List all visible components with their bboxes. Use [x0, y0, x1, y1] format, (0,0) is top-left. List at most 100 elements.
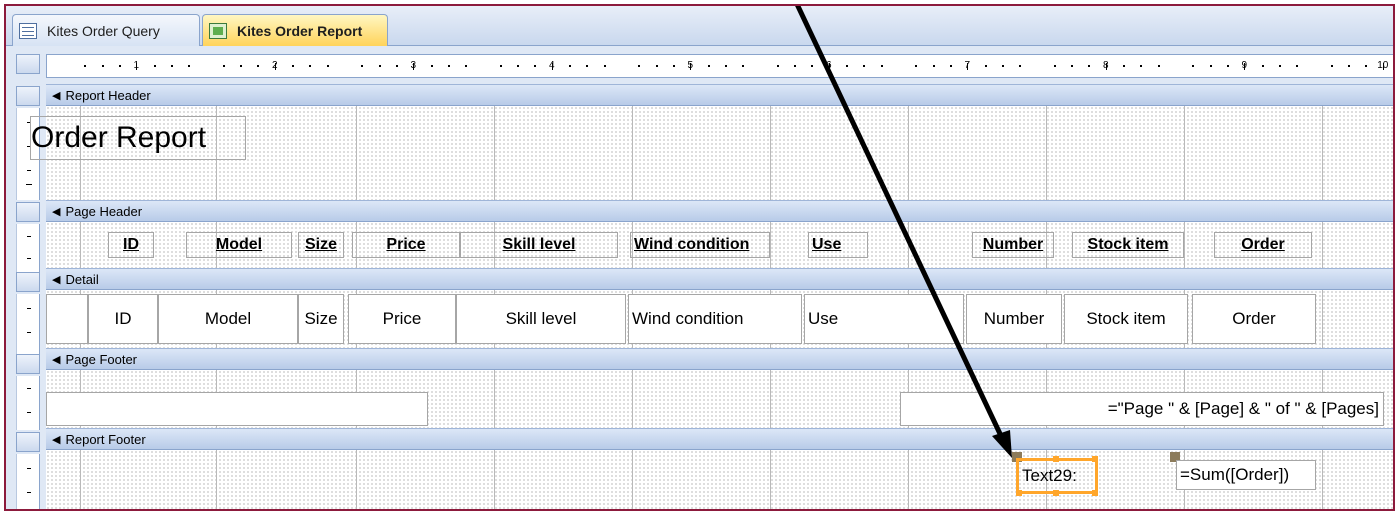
grid-line — [908, 450, 909, 509]
ruler-tick — [1105, 63, 1107, 70]
grid-line — [632, 370, 633, 430]
ruler-dot — [949, 65, 952, 67]
grid-line — [1322, 106, 1323, 202]
report-header-area[interactable]: Order Report — [30, 106, 1393, 202]
report-title-label[interactable]: Order Report — [30, 116, 246, 160]
ruler-dot — [1226, 65, 1229, 67]
ruler-dot — [101, 65, 104, 67]
page-header-area[interactable]: ID Model Size Price Skill level Wind con… — [46, 222, 1393, 270]
column-label-model[interactable]: Model — [186, 232, 292, 258]
section-bar-page-header[interactable]: ◀ Page Header — [46, 200, 1393, 222]
grid-line — [1046, 106, 1047, 202]
detail-textbox-price[interactable]: Price — [348, 294, 456, 344]
page-number-textbox[interactable]: ="Page " & [Page] & " of " & [Pages] — [900, 392, 1384, 426]
tab-kites-order-query[interactable]: Kites Order Query — [12, 14, 200, 46]
grid-line — [632, 450, 633, 509]
ruler-tick — [967, 63, 969, 70]
detail-textbox-wind-condition[interactable]: Wind condition — [628, 294, 802, 344]
ruler-dot — [534, 65, 537, 67]
collapse-arrow-icon: ◀ — [52, 353, 61, 366]
ruler-tick — [136, 63, 138, 70]
detail-textbox-id[interactable]: ID — [88, 294, 158, 344]
grid-line — [770, 222, 771, 270]
section-selector-report-header[interactable] — [16, 86, 40, 106]
section-bar-report-header[interactable]: ◀ Report Header — [46, 84, 1393, 106]
ruler-dot — [724, 65, 727, 67]
detail-textbox-number[interactable]: Number — [966, 294, 1062, 344]
detail-area[interactable]: ID Model Size Price Skill level Wind con… — [46, 290, 1393, 350]
column-label-order[interactable]: Order — [1214, 232, 1312, 258]
collapse-arrow-icon: ◀ — [52, 205, 61, 218]
ruler-dot — [1192, 65, 1195, 67]
report-footer-area[interactable]: Text29: =Sum([Order]) — [46, 450, 1393, 509]
ruler-dot — [1330, 65, 1333, 67]
column-label-wind-condition[interactable]: Wind condition — [630, 232, 770, 258]
ruler-page-footer — [16, 376, 40, 430]
column-label-number[interactable]: Number — [972, 232, 1054, 258]
grid-line — [908, 106, 909, 202]
report-selector[interactable] — [16, 54, 40, 74]
detail-textbox-model[interactable]: Model — [158, 294, 298, 344]
ruler-dot — [638, 65, 641, 67]
column-label-skill-level[interactable]: Skill level — [460, 232, 618, 258]
section-bar-page-footer[interactable]: ◀ Page Footer — [46, 348, 1393, 370]
ruler-dot — [1157, 65, 1160, 67]
section-bar-report-footer[interactable]: ◀ Report Footer — [46, 428, 1393, 450]
ruler-dot — [1278, 65, 1281, 67]
sum-order-textbox[interactable]: =Sum([Order]) — [1176, 460, 1316, 490]
collapse-arrow-icon: ◀ — [52, 273, 61, 286]
ruler-dot — [1296, 65, 1299, 67]
grid-line — [216, 450, 217, 509]
section-label: Detail — [65, 271, 99, 287]
ruler-tick — [1244, 63, 1246, 70]
grid-line — [1322, 222, 1323, 270]
detail-textbox-use[interactable]: Use — [804, 294, 964, 344]
grid-line — [80, 222, 81, 270]
ruler-dot — [915, 65, 918, 67]
ruler-dot — [932, 65, 935, 67]
text29-label[interactable]: Text29: — [1019, 461, 1095, 491]
ruler-dot — [1348, 65, 1351, 67]
ruler-dot — [292, 65, 295, 67]
ruler-dot — [222, 65, 225, 67]
section-selector-page-header[interactable] — [16, 202, 40, 222]
ruler-dot — [742, 65, 745, 67]
tab-label: Kites Order Query — [47, 22, 160, 39]
horizontal-ruler: 12345678910 — [46, 54, 1393, 78]
ruler-dot — [655, 65, 658, 67]
grid-line — [80, 450, 81, 509]
page-footer-area[interactable]: ="Page " & [Page] & " of " & [Pages] — [46, 370, 1393, 430]
detail-textbox-skill-level[interactable]: Skill level — [456, 294, 626, 344]
grid-line — [494, 370, 495, 430]
ruler-dot — [465, 65, 468, 67]
detail-textbox-size[interactable]: Size — [298, 294, 344, 344]
section-bar-detail[interactable]: ◀ Detail — [46, 268, 1393, 290]
ruler-dot — [880, 65, 883, 67]
grid-line — [1184, 222, 1185, 270]
detail-textbox-order[interactable]: Order — [1192, 294, 1316, 344]
column-label-price[interactable]: Price — [352, 232, 460, 258]
section-selector-report-footer[interactable] — [16, 432, 40, 452]
query-icon — [19, 22, 37, 39]
ruler-dot — [672, 65, 675, 67]
grid-line — [1322, 290, 1323, 350]
ruler-dot — [188, 65, 191, 67]
ruler-tick — [274, 63, 276, 70]
ruler-dot — [1019, 65, 1022, 67]
ruler-dot — [378, 65, 381, 67]
detail-textbox-blank[interactable] — [46, 294, 88, 344]
tab-kites-order-report[interactable]: Kites Order Report — [202, 14, 388, 46]
ruler-dot — [1001, 65, 1004, 67]
column-label-id[interactable]: ID — [108, 232, 154, 258]
column-label-stock-item[interactable]: Stock item — [1072, 232, 1184, 258]
document-tab-strip: Kites Order Query Kites Order Report — [6, 6, 1393, 46]
section-selector-detail[interactable] — [16, 272, 40, 292]
column-label-use[interactable]: Use — [808, 232, 868, 258]
page-footer-date-textbox[interactable] — [46, 392, 428, 426]
section-selector-page-footer[interactable] — [16, 354, 40, 374]
column-label-size[interactable]: Size — [298, 232, 344, 258]
ruler-dot — [1261, 65, 1264, 67]
detail-textbox-stock-item[interactable]: Stock item — [1064, 294, 1188, 344]
grid-line — [1322, 450, 1323, 509]
ruler-dot — [361, 65, 364, 67]
